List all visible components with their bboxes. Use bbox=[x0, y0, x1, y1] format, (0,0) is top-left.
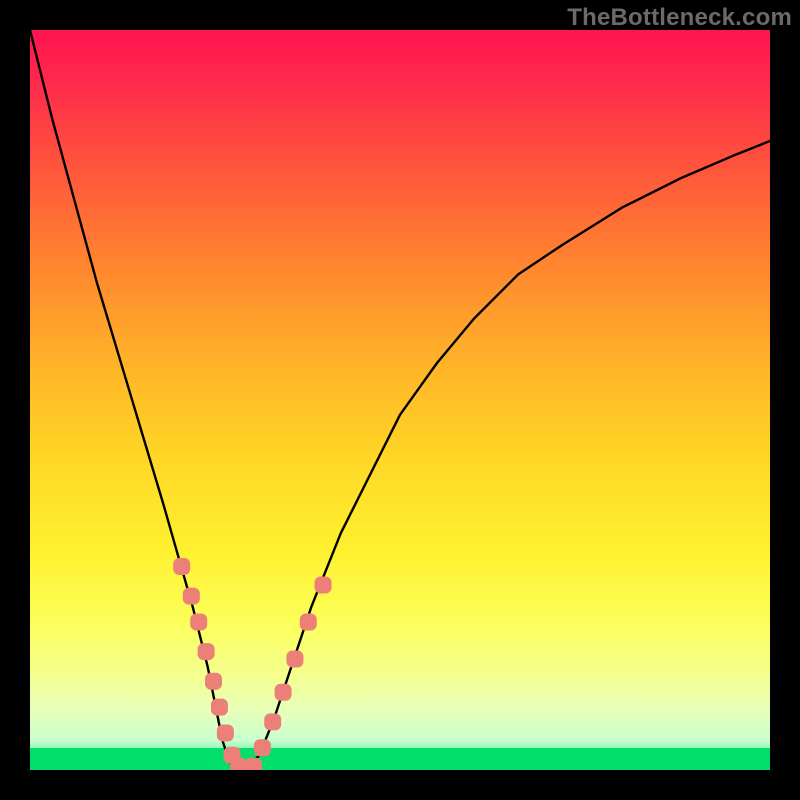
marker-dot bbox=[254, 739, 271, 756]
marker-dot bbox=[286, 651, 303, 668]
plot-area bbox=[30, 30, 770, 770]
markers-group bbox=[173, 558, 331, 770]
marker-dot bbox=[315, 577, 332, 594]
marker-dot bbox=[211, 699, 228, 716]
marker-dot bbox=[205, 673, 222, 690]
marker-dot bbox=[275, 684, 292, 701]
chart-svg bbox=[30, 30, 770, 770]
marker-dot bbox=[198, 643, 215, 660]
marker-dot bbox=[183, 588, 200, 605]
marker-dot bbox=[300, 614, 317, 631]
watermark-text: TheBottleneck.com bbox=[567, 4, 792, 32]
marker-dot bbox=[217, 725, 234, 742]
chart-frame: TheBottleneck.com bbox=[0, 0, 800, 800]
marker-dot bbox=[173, 558, 190, 575]
marker-dot bbox=[190, 614, 207, 631]
curve-path bbox=[30, 30, 770, 770]
marker-dot bbox=[245, 758, 262, 770]
marker-dot bbox=[264, 713, 281, 730]
